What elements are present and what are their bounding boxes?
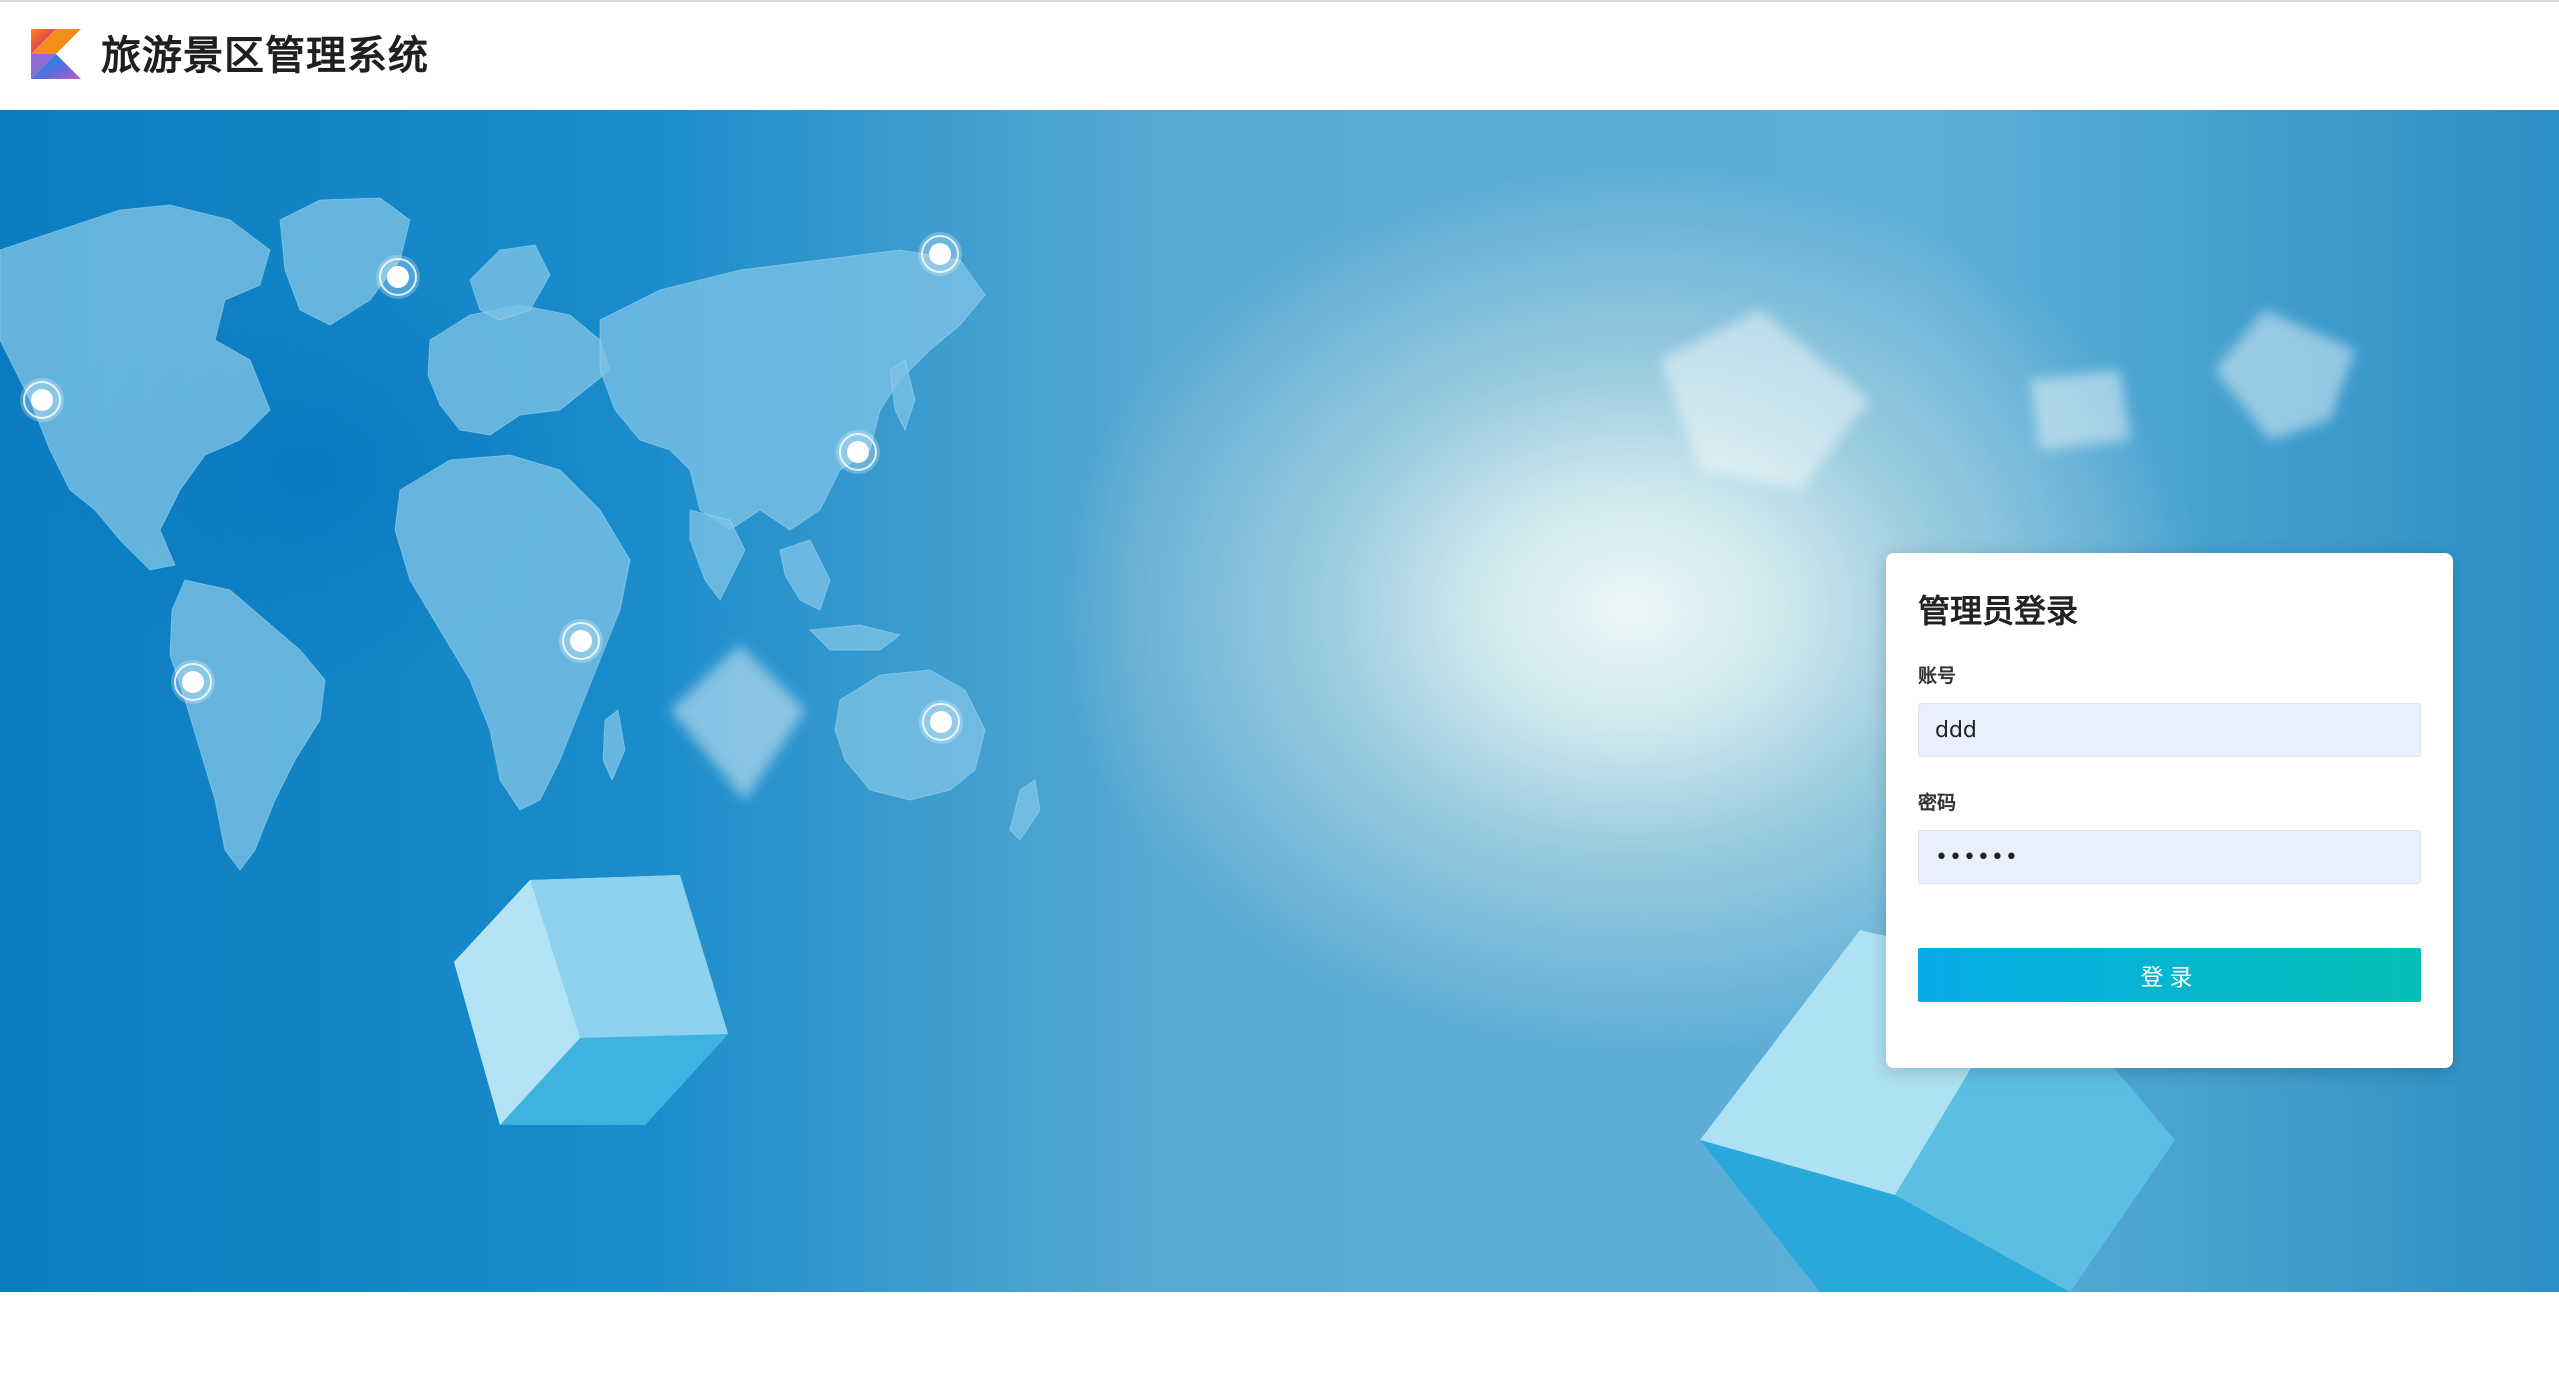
- hero-background: 管理员登录 账号 密码 登录: [0, 110, 2559, 1292]
- login-card: 管理员登录 账号 密码 登录: [1886, 553, 2453, 1068]
- password-input[interactable]: [1918, 830, 2421, 884]
- account-label: 账号: [1918, 665, 1957, 687]
- login-button[interactable]: 登录: [1918, 948, 2421, 1002]
- kotlin-logo-icon: [31, 29, 81, 79]
- account-input[interactable]: [1918, 703, 2421, 757]
- login-title: 管理员登录: [1918, 592, 2079, 630]
- app-header: 旅游景区管理系统: [0, 2, 2559, 110]
- password-label: 密码: [1918, 792, 1957, 814]
- app-title: 旅游景区管理系统: [101, 33, 429, 79]
